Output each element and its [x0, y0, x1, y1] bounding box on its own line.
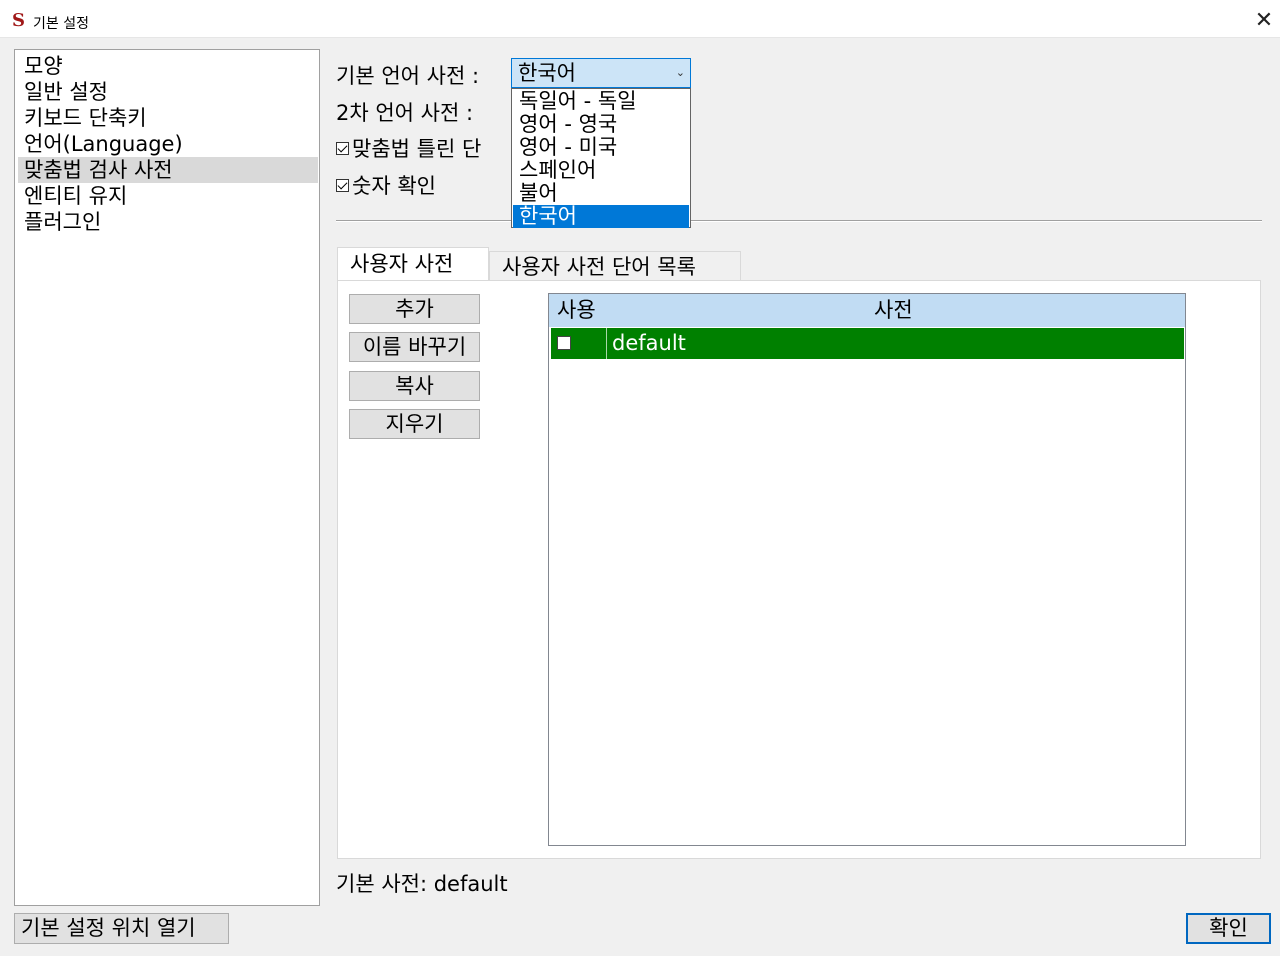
column-header-use[interactable]: 사용	[557, 294, 596, 327]
close-button[interactable]: ✕	[1248, 7, 1280, 35]
primary-dict-value: 한국어	[518, 61, 576, 85]
nav-item-language[interactable]: 언어(Language)	[18, 131, 318, 157]
dropdown-option[interactable]: 독일어 - 독일	[513, 90, 689, 113]
spell-check-label: 맞춤법 틀린 단	[352, 137, 482, 161]
ok-button[interactable]: 확인	[1186, 913, 1271, 944]
column-header-dictionary[interactable]: 사전	[874, 294, 913, 327]
dropdown-option[interactable]: 영어 - 미국	[513, 136, 689, 159]
app-logo-icon: S	[12, 10, 25, 31]
separator	[336, 220, 1262, 222]
primary-dict-label: 기본 언어 사전 :	[336, 64, 480, 88]
nav-item-spellcheck[interactable]: 맞춤법 검사 사전	[18, 157, 318, 183]
dropdown-option-selected[interactable]: 한국어	[513, 205, 689, 228]
row-dictionary-name: default	[612, 331, 686, 355]
copy-button[interactable]: 복사	[349, 371, 480, 401]
close-icon: ✕	[1254, 8, 1274, 33]
number-check-checkbox[interactable]	[336, 178, 349, 192]
table-header: 사용 사전	[549, 294, 1185, 327]
open-settings-location-button[interactable]: 기본 설정 위치 열기	[14, 913, 229, 944]
dropdown-option[interactable]: 영어 - 영국	[513, 113, 689, 136]
dictionary-table[interactable]: 사용 사전 default	[548, 293, 1186, 846]
title-bar: S 기본 설정 ✕	[0, 4, 1280, 38]
secondary-dict-label: 2차 언어 사전 :	[336, 101, 474, 125]
tab-user-dictionary[interactable]: 사용자 사전	[337, 247, 489, 281]
primary-dict-dropdown-list[interactable]: 독일어 - 독일 영어 - 영국 영어 - 미국 스페인어 불어 한국어	[511, 88, 691, 228]
spell-check-option[interactable]: 맞춤법 틀린 단	[336, 133, 481, 163]
dropdown-option[interactable]: 스페인어	[513, 159, 689, 182]
row-use-checkbox[interactable]	[557, 336, 571, 350]
delete-button[interactable]: 지우기	[349, 409, 480, 439]
table-row[interactable]: default	[551, 328, 1184, 359]
settings-category-list[interactable]: 모양 일반 설정 키보드 단축키 언어(Language) 맞춤법 검사 사전 …	[14, 49, 320, 906]
nav-item-plugins[interactable]: 플러그인	[18, 209, 318, 235]
cell-divider	[606, 328, 607, 359]
window-title: 기본 설정	[33, 16, 89, 32]
nav-item-general[interactable]: 일반 설정	[18, 79, 318, 105]
nav-item-appearance[interactable]: 모양	[18, 53, 318, 79]
dropdown-option[interactable]: 불어	[513, 182, 689, 205]
default-dict-status: 기본 사전: default	[336, 872, 508, 896]
rename-button[interactable]: 이름 바꾸기	[349, 332, 480, 362]
nav-item-shortcuts[interactable]: 키보드 단축키	[18, 105, 318, 131]
number-check-label: 숫자 확인	[352, 174, 436, 198]
primary-dict-select[interactable]: 한국어 ⌄	[511, 58, 691, 88]
number-check-option[interactable]: 숫자 확인	[336, 170, 436, 200]
add-button[interactable]: 추가	[349, 294, 480, 324]
chevron-down-icon: ⌄	[675, 66, 685, 79]
nav-item-entities[interactable]: 엔티티 유지	[18, 183, 318, 209]
tab-user-dictionary-words[interactable]: 사용자 사전 단어 목록	[489, 251, 741, 281]
spell-check-checkbox[interactable]	[336, 141, 349, 155]
